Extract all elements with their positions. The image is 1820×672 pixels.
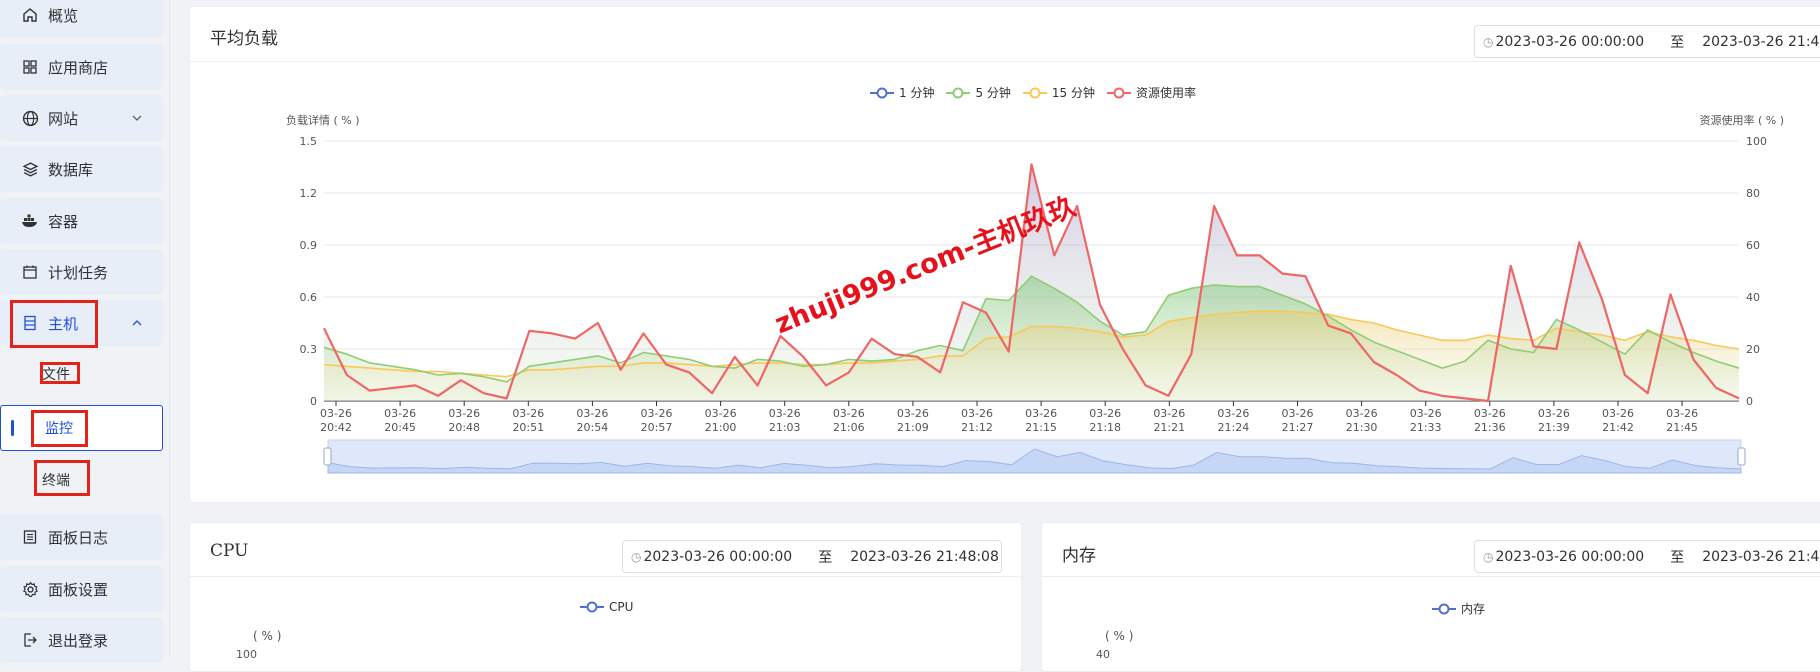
load-card-title: 平均负载 (210, 29, 278, 49)
memory-legend: 内存 (1432, 600, 1497, 617)
cpu-legend: CPU (580, 600, 645, 614)
legend-marker-icon (870, 87, 894, 98)
load-legend: 1 分钟 5 分钟 15 分钟 资源使用率 (870, 84, 1208, 101)
date-start: 2023-03-26 00:00:00 (1495, 548, 1645, 565)
date-end: 2023-03-26 21:48:08 (1702, 33, 1820, 50)
date-separator: 至 (1670, 549, 1685, 566)
legend-item-1min[interactable]: 1 分钟 (870, 84, 934, 101)
legend-marker-icon (1432, 603, 1456, 614)
sidebar-item-label: 容器 (48, 212, 79, 231)
legend-item-cpu[interactable]: CPU (580, 600, 633, 614)
legend-marker-icon (1022, 87, 1047, 98)
sidebar-item-label: 数据库 (48, 160, 94, 179)
legend-item-5min[interactable]: 5 分钟 (946, 84, 1011, 101)
legend-marker-icon (1107, 87, 1131, 98)
cpu-y-unit: ( % ) (253, 629, 282, 643)
legend-label: CPU (609, 600, 634, 614)
legend-label: 资源使用率 (1136, 86, 1197, 100)
docker-icon (20, 211, 40, 231)
globe-icon (20, 108, 40, 128)
sidebar-item-database[interactable]: 数据库 (0, 146, 163, 192)
sidebar-item-container[interactable]: 容器 (0, 198, 163, 244)
legend-label: 内存 (1461, 602, 1486, 616)
clock-icon: ◷ (1483, 549, 1494, 564)
sidebar-item-label: 计划任务 (48, 263, 109, 282)
clock-icon: ◷ (631, 549, 642, 564)
grid-icon (20, 57, 40, 77)
divider (1041, 576, 1820, 577)
chevron-down-icon (131, 110, 143, 128)
sidebar-item-label: 退出登录 (48, 631, 109, 650)
highlight-box-host (10, 300, 98, 348)
date-start: 2023-03-26 00:00:00 (643, 548, 793, 565)
legend-label: 5 分钟 (975, 86, 1011, 100)
sidebar-item-app-store[interactable]: 应用商店 (0, 44, 163, 90)
legend-item-memory[interactable]: 内存 (1432, 600, 1485, 617)
legend-label: 1 分钟 (899, 86, 935, 100)
home-icon (20, 5, 40, 25)
load-card (189, 6, 1820, 503)
date-end: 2023-03-26 21:48:08 (1702, 548, 1820, 565)
sidebar-item-logout[interactable]: 退出登录 (0, 617, 163, 663)
log-icon (20, 527, 40, 547)
gear-icon (20, 579, 40, 599)
memory-y-tick: 40 (1096, 648, 1110, 661)
calendar-icon (20, 262, 40, 282)
sidebar-item-label: 应用商店 (48, 58, 109, 77)
sidebar-item-cron[interactable]: 计划任务 (0, 249, 163, 295)
sidebar-item-panel-log[interactable]: 面板日志 (0, 514, 163, 560)
memory-card-title: 内存 (1062, 546, 1096, 566)
highlight-box-monitor (31, 410, 88, 447)
sidebar-item-label: 面板设置 (48, 580, 109, 599)
chevron-up-icon (131, 315, 143, 333)
highlight-box-files (40, 362, 80, 384)
sidebar-item-website[interactable]: 网站 (0, 95, 163, 141)
legend-marker-icon (580, 601, 604, 613)
divider (189, 61, 1820, 62)
sidebar-item-label: 面板日志 (48, 528, 109, 547)
sidebar-item-label: 概览 (48, 6, 79, 25)
load-date-range[interactable]: ◷ 2023-03-26 00:00:00 至 2023-03-26 21:48… (1474, 25, 1820, 58)
memory-y-unit: ( % ) (1105, 629, 1134, 643)
cpu-card-title: CPU (210, 541, 249, 561)
legend-label: 15 分钟 (1051, 86, 1095, 100)
sidebar: 概览 应用商店 网站 数据库 容器 计划任务 主机 文件 监控 终端 面板日志 (0, 0, 170, 663)
divider (189, 576, 1022, 577)
cpu-y-tick: 100 (236, 648, 257, 661)
sidebar-item-overview[interactable]: 概览 (0, 0, 163, 38)
clock-icon: ◷ (1483, 34, 1494, 49)
legend-marker-icon (946, 87, 971, 98)
date-separator: 至 (818, 549, 833, 566)
sidebar-item-panel-settings[interactable]: 面板设置 (0, 566, 163, 612)
sidebar-item-label: 网站 (48, 109, 79, 128)
date-start: 2023-03-26 00:00:00 (1495, 33, 1645, 50)
logout-icon (20, 630, 40, 650)
legend-item-resource[interactable]: 资源使用率 (1107, 84, 1196, 101)
date-separator: 至 (1670, 34, 1685, 51)
layers-icon (20, 159, 40, 179)
cpu-date-range[interactable]: ◷ 2023-03-26 00:00:00 至 2023-03-26 21:48… (622, 540, 1002, 573)
active-indicator (11, 420, 14, 436)
highlight-box-terminal (34, 460, 90, 496)
legend-item-15min[interactable]: 15 分钟 (1022, 84, 1095, 101)
date-end: 2023-03-26 21:48:08 (850, 548, 999, 565)
memory-date-range[interactable]: ◷ 2023-03-26 00:00:00 至 2023-03-26 21:48… (1474, 540, 1820, 573)
